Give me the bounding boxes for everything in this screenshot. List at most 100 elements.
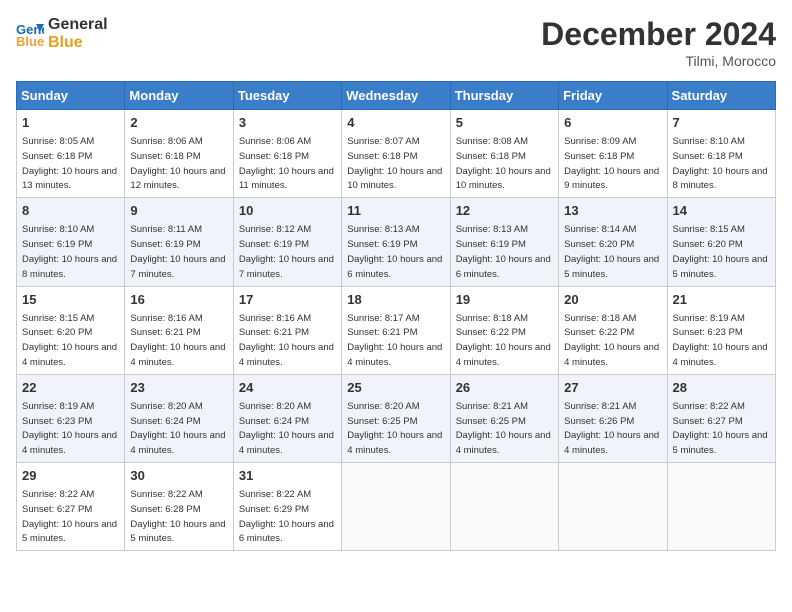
day-info: Sunrise: 8:21 AMSunset: 6:25 PMDaylight:… xyxy=(456,401,551,456)
calendar-day-cell: 26 Sunrise: 8:21 AMSunset: 6:25 PMDayligh… xyxy=(450,374,558,462)
calendar-day-cell: 7 Sunrise: 8:10 AMSunset: 6:18 PMDaylight… xyxy=(667,110,775,198)
calendar-day-cell: 21Sunrise: 8:19 AMSunset: 6:23 PMDayligh… xyxy=(667,286,775,374)
day-info: Sunrise: 8:22 AMSunset: 6:29 PMDaylight:… xyxy=(239,489,334,544)
day-number: 31 xyxy=(239,467,336,485)
day-info: Sunrise: 8:07 AMSunset: 6:18 PMDaylight:… xyxy=(347,136,442,191)
weekday-header: Friday xyxy=(559,82,667,110)
day-info: Sunrise: 8:08 AMSunset: 6:18 PMDaylight:… xyxy=(456,136,551,191)
day-number: 10 xyxy=(239,202,336,220)
day-info: Sunrise: 8:16 AMSunset: 6:21 PMDaylight:… xyxy=(130,313,225,368)
calendar-week-row: 8 Sunrise: 8:10 AMSunset: 6:19 PMDaylight… xyxy=(17,198,776,286)
day-number: 22 xyxy=(22,379,119,397)
calendar-day-cell: 8 Sunrise: 8:10 AMSunset: 6:19 PMDaylight… xyxy=(17,198,125,286)
calendar-day-cell: 3 Sunrise: 8:06 AMSunset: 6:18 PMDaylight… xyxy=(233,110,341,198)
day-info: Sunrise: 8:13 AMSunset: 6:19 PMDaylight:… xyxy=(347,224,442,279)
day-info: Sunrise: 8:22 AMSunset: 6:28 PMDaylight:… xyxy=(130,489,225,544)
calendar-day-cell xyxy=(450,463,558,551)
day-number: 1 xyxy=(22,114,119,132)
day-info: Sunrise: 8:18 AMSunset: 6:22 PMDaylight:… xyxy=(564,313,659,368)
logo: General Blue General Blue xyxy=(16,16,108,53)
day-number: 8 xyxy=(22,202,119,220)
month-title: December 2024 xyxy=(541,16,776,53)
day-number: 25 xyxy=(347,379,444,397)
calendar-day-cell: 16 Sunrise: 8:16 AMSunset: 6:21 PMDayligh… xyxy=(125,286,233,374)
day-info: Sunrise: 8:06 AMSunset: 6:18 PMDaylight:… xyxy=(239,136,334,191)
day-number: 18 xyxy=(347,291,444,309)
calendar-day-cell: 20 Sunrise: 8:18 AMSunset: 6:22 PMDayligh… xyxy=(559,286,667,374)
weekday-header: Saturday xyxy=(667,82,775,110)
day-info: Sunrise: 8:05 AMSunset: 6:18 PMDaylight:… xyxy=(22,136,117,191)
calendar-day-cell: 11 Sunrise: 8:13 AMSunset: 6:19 PMDayligh… xyxy=(342,198,450,286)
day-number: 20 xyxy=(564,291,661,309)
day-info: Sunrise: 8:19 AMSunset: 6:23 PMDaylight:… xyxy=(22,401,117,456)
logo-blue: Blue xyxy=(48,34,108,52)
page-header: General Blue General Blue December 2024 … xyxy=(16,16,776,69)
calendar-day-cell: 24Sunrise: 8:20 AMSunset: 6:24 PMDayligh… xyxy=(233,374,341,462)
day-number: 6 xyxy=(564,114,661,132)
day-number: 11 xyxy=(347,202,444,220)
logo-general: General xyxy=(48,16,108,34)
calendar-day-cell: 31 Sunrise: 8:22 AMSunset: 6:29 PMDayligh… xyxy=(233,463,341,551)
calendar-day-cell xyxy=(342,463,450,551)
weekday-header: Wednesday xyxy=(342,82,450,110)
day-number: 16 xyxy=(130,291,227,309)
day-number: 26 xyxy=(456,379,553,397)
day-info: Sunrise: 8:15 AMSunset: 6:20 PMDaylight:… xyxy=(673,224,768,279)
day-number: 12 xyxy=(456,202,553,220)
day-number: 19 xyxy=(456,291,553,309)
calendar-week-row: 15 Sunrise: 8:15 AMSunset: 6:20 PMDayligh… xyxy=(17,286,776,374)
day-info: Sunrise: 8:20 AMSunset: 6:25 PMDaylight:… xyxy=(347,401,442,456)
day-number: 3 xyxy=(239,114,336,132)
day-number: 27 xyxy=(564,379,661,397)
calendar-day-cell xyxy=(667,463,775,551)
day-info: Sunrise: 8:22 AMSunset: 6:27 PMDaylight:… xyxy=(673,401,768,456)
day-number: 7 xyxy=(673,114,770,132)
day-number: 15 xyxy=(22,291,119,309)
day-info: Sunrise: 8:21 AMSunset: 6:26 PMDaylight:… xyxy=(564,401,659,456)
day-info: Sunrise: 8:16 AMSunset: 6:21 PMDaylight:… xyxy=(239,313,334,368)
day-number: 2 xyxy=(130,114,227,132)
day-info: Sunrise: 8:11 AMSunset: 6:19 PMDaylight:… xyxy=(130,224,225,279)
calendar-day-cell: 12Sunrise: 8:13 AMSunset: 6:19 PMDayligh… xyxy=(450,198,558,286)
calendar-week-row: 1 Sunrise: 8:05 AMSunset: 6:18 PMDaylight… xyxy=(17,110,776,198)
day-info: Sunrise: 8:17 AMSunset: 6:21 PMDaylight:… xyxy=(347,313,442,368)
svg-text:Blue: Blue xyxy=(16,34,44,48)
day-info: Sunrise: 8:10 AMSunset: 6:19 PMDaylight:… xyxy=(22,224,117,279)
calendar-week-row: 29Sunrise: 8:22 AMSunset: 6:27 PMDayligh… xyxy=(17,463,776,551)
day-number: 29 xyxy=(22,467,119,485)
day-info: Sunrise: 8:20 AMSunset: 6:24 PMDaylight:… xyxy=(130,401,225,456)
calendar-day-cell: 30Sunrise: 8:22 AMSunset: 6:28 PMDayligh… xyxy=(125,463,233,551)
day-info: Sunrise: 8:20 AMSunset: 6:24 PMDaylight:… xyxy=(239,401,334,456)
day-number: 13 xyxy=(564,202,661,220)
day-number: 9 xyxy=(130,202,227,220)
calendar-day-cell: 27 Sunrise: 8:21 AMSunset: 6:26 PMDayligh… xyxy=(559,374,667,462)
location: Tilmi, Morocco xyxy=(541,53,776,69)
weekday-header-row: SundayMondayTuesdayWednesdayThursdayFrid… xyxy=(17,82,776,110)
day-number: 4 xyxy=(347,114,444,132)
day-info: Sunrise: 8:10 AMSunset: 6:18 PMDaylight:… xyxy=(673,136,768,191)
day-number: 28 xyxy=(673,379,770,397)
calendar-day-cell: 5 Sunrise: 8:08 AMSunset: 6:18 PMDaylight… xyxy=(450,110,558,198)
calendar-table: SundayMondayTuesdayWednesdayThursdayFrid… xyxy=(16,81,776,551)
day-number: 17 xyxy=(239,291,336,309)
day-info: Sunrise: 8:18 AMSunset: 6:22 PMDaylight:… xyxy=(456,313,551,368)
calendar-day-cell: 6Sunrise: 8:09 AMSunset: 6:18 PMDaylight… xyxy=(559,110,667,198)
calendar-day-cell: 1 Sunrise: 8:05 AMSunset: 6:18 PMDaylight… xyxy=(17,110,125,198)
logo-icon: General Blue xyxy=(16,20,44,48)
calendar-day-cell: 10Sunrise: 8:12 AMSunset: 6:19 PMDayligh… xyxy=(233,198,341,286)
calendar-day-cell: 28 Sunrise: 8:22 AMSunset: 6:27 PMDayligh… xyxy=(667,374,775,462)
calendar-day-cell: 22 Sunrise: 8:19 AMSunset: 6:23 PMDayligh… xyxy=(17,374,125,462)
title-block: December 2024 Tilmi, Morocco xyxy=(541,16,776,69)
day-number: 5 xyxy=(456,114,553,132)
day-info: Sunrise: 8:19 AMSunset: 6:23 PMDaylight:… xyxy=(673,313,768,368)
day-number: 23 xyxy=(130,379,227,397)
day-info: Sunrise: 8:14 AMSunset: 6:20 PMDaylight:… xyxy=(564,224,659,279)
calendar-day-cell: 13 Sunrise: 8:14 AMSunset: 6:20 PMDayligh… xyxy=(559,198,667,286)
calendar-day-cell: 25 Sunrise: 8:20 AMSunset: 6:25 PMDayligh… xyxy=(342,374,450,462)
day-info: Sunrise: 8:15 AMSunset: 6:20 PMDaylight:… xyxy=(22,313,117,368)
weekday-header: Tuesday xyxy=(233,82,341,110)
weekday-header: Monday xyxy=(125,82,233,110)
calendar-day-cell xyxy=(559,463,667,551)
calendar-day-cell: 29Sunrise: 8:22 AMSunset: 6:27 PMDayligh… xyxy=(17,463,125,551)
calendar-day-cell: 9 Sunrise: 8:11 AMSunset: 6:19 PMDaylight… xyxy=(125,198,233,286)
